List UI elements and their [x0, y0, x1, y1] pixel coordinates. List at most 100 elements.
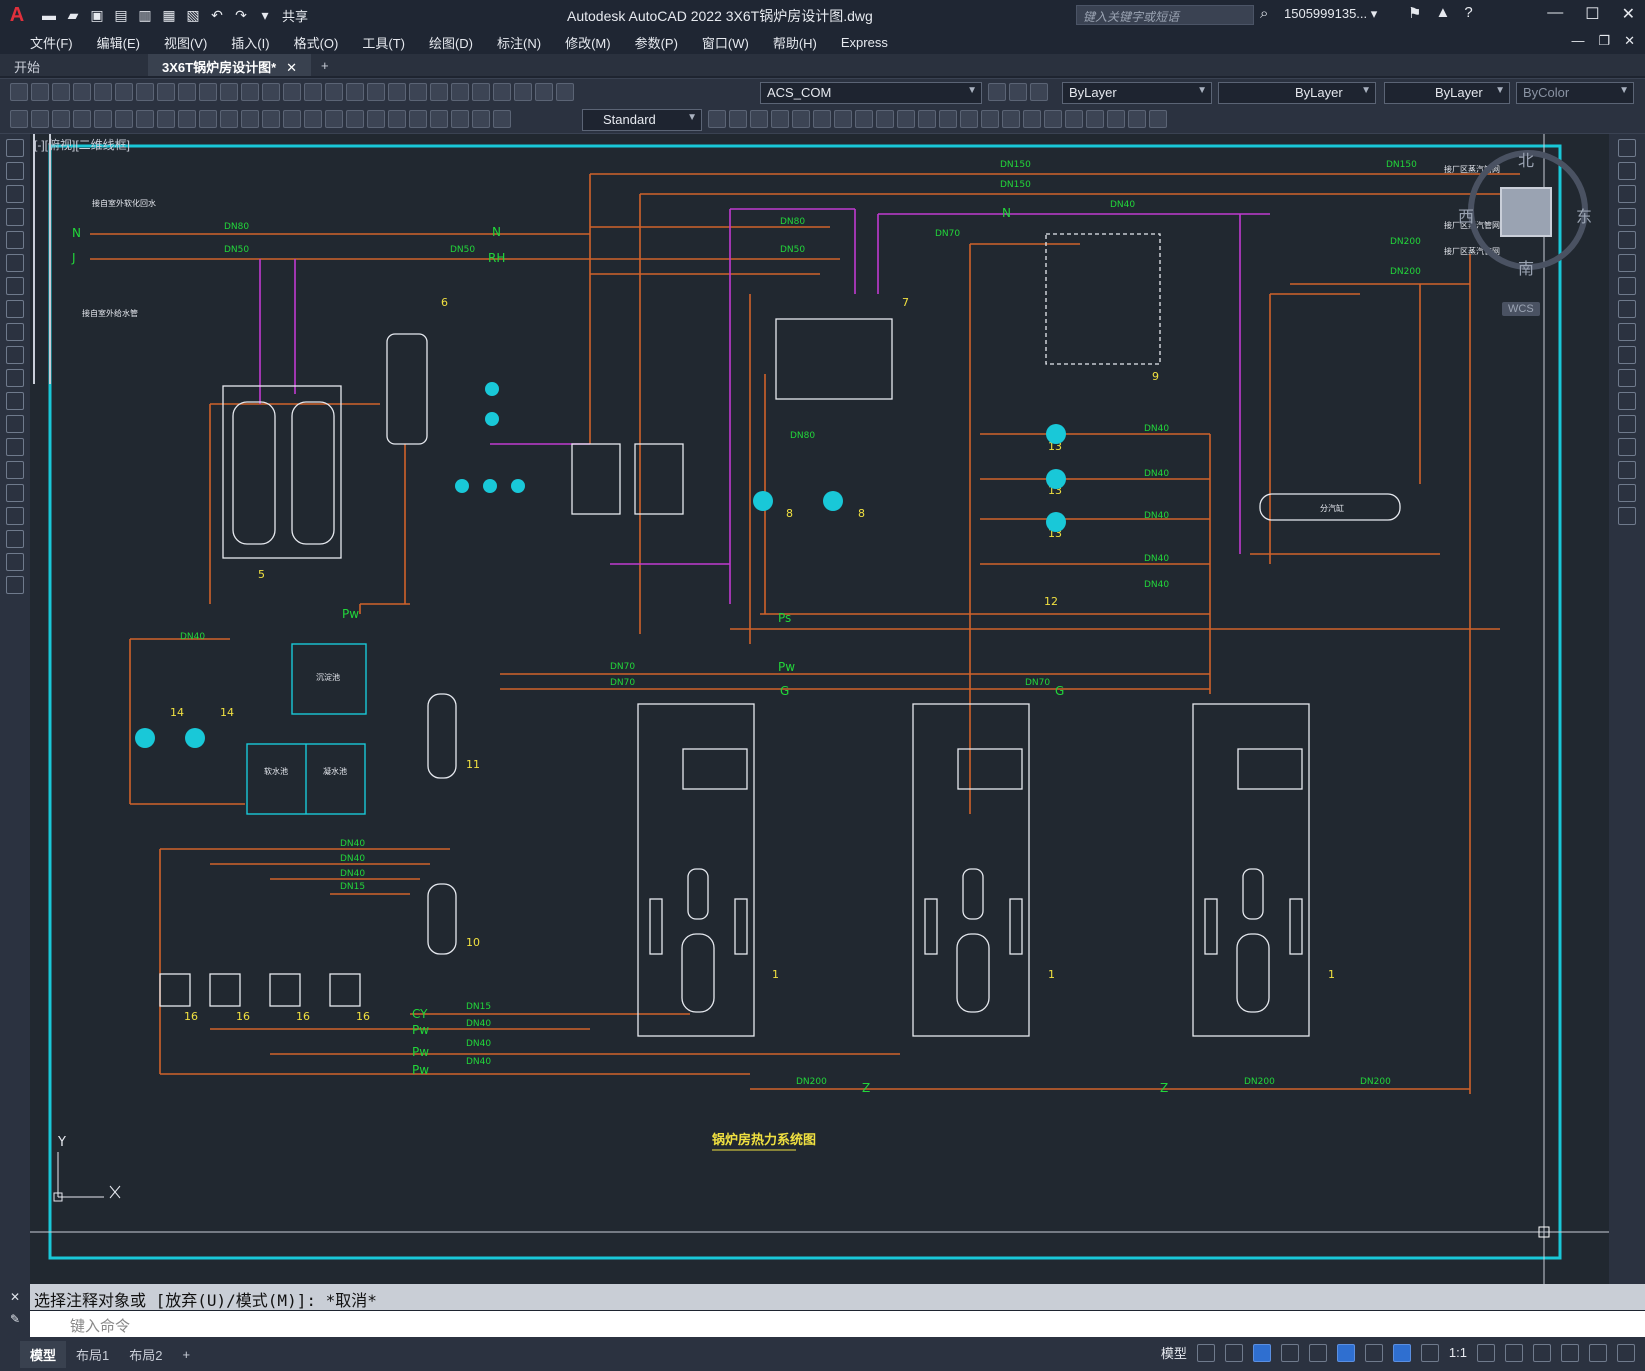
compass-west[interactable]: 西 — [1458, 203, 1474, 227]
layout-tab-2[interactable]: 布局2 — [119, 1341, 172, 1368]
redo-icon[interactable]: ↷ — [232, 6, 250, 24]
tool-g-icon[interactable] — [136, 110, 154, 128]
menu-view[interactable]: 视图(V) — [152, 33, 219, 52]
matchprop-icon[interactable] — [220, 83, 238, 101]
tool-r-icon[interactable] — [367, 110, 385, 128]
offset-icon[interactable] — [792, 110, 810, 128]
tool-i-icon[interactable] — [178, 110, 196, 128]
workspace-gear-icon[interactable] — [1477, 1343, 1495, 1362]
r-copy-icon[interactable] — [1618, 162, 1636, 180]
layer-iso-icon[interactable] — [1030, 83, 1048, 101]
tool-e-icon[interactable] — [94, 110, 112, 128]
join-icon[interactable] — [981, 110, 999, 128]
menu-express[interactable]: Express — [829, 35, 900, 50]
tool-q-icon[interactable] — [346, 110, 364, 128]
fillet-icon[interactable] — [1023, 110, 1041, 128]
publish-icon[interactable]: ▦ — [160, 6, 178, 24]
dimstyle-icon[interactable] — [708, 110, 726, 128]
menu-window[interactable]: 窗口(W) — [690, 33, 761, 52]
tool-j-icon[interactable] — [199, 110, 217, 128]
help-icon[interactable]: ? — [1464, 4, 1472, 22]
color-dropdown[interactable]: ByLayer ▼ — [1062, 82, 1212, 104]
snap-icon[interactable] — [1224, 1343, 1243, 1362]
doc-close-icon[interactable]: ✕ — [1624, 33, 1635, 49]
saveas-icon[interactable]: ▤ — [112, 6, 130, 24]
annotation-scale[interactable]: 1:1 — [1449, 1345, 1467, 1360]
menu-dimension[interactable]: 标注(N) — [485, 33, 553, 52]
osnap-icon[interactable] — [1336, 1343, 1355, 1362]
draworder-icon[interactable] — [1065, 110, 1083, 128]
viewcube-face[interactable] — [1500, 187, 1552, 237]
menu-format[interactable]: 格式(O) — [282, 33, 351, 52]
r-array-icon[interactable] — [1618, 231, 1636, 249]
rotate-icon[interactable] — [855, 110, 873, 128]
ortho-icon[interactable] — [1252, 1343, 1271, 1362]
menu-file[interactable]: 文件(F) — [18, 33, 85, 52]
insert-icon[interactable] — [6, 392, 24, 410]
search-icon[interactable]: ⌕ — [1260, 5, 1268, 22]
save-file-icon[interactable] — [52, 83, 70, 101]
move-icon[interactable] — [834, 110, 852, 128]
r-break-icon[interactable] — [1618, 392, 1636, 410]
menu-parametric[interactable]: 参数(P) — [623, 33, 690, 52]
xline-icon[interactable] — [6, 162, 24, 180]
export-icon[interactable]: ▥ — [136, 6, 154, 24]
line-icon[interactable] — [6, 139, 24, 157]
r-rotate-icon[interactable] — [1618, 277, 1636, 295]
customize-cmd-icon[interactable]: ✎ — [0, 1312, 30, 1326]
tab-start[interactable]: 开始 — [0, 54, 148, 76]
autodesk-icon[interactable]: ▲ — [1435, 4, 1450, 22]
layer-dropdown[interactable]: ACS_COM ▼ — [760, 82, 982, 104]
explode-icon[interactable] — [1044, 110, 1062, 128]
ungroup-icon[interactable] — [1107, 110, 1125, 128]
menu-modify[interactable]: 修改(M) — [553, 33, 623, 52]
command-input[interactable]: 键入命令 — [30, 1311, 1645, 1337]
arc-icon[interactable] — [6, 254, 24, 272]
markup-icon[interactable] — [472, 83, 490, 101]
close-cmd-icon[interactable]: ✕ — [0, 1290, 30, 1304]
layer-previous-icon[interactable] — [1009, 83, 1027, 101]
add-layout-icon[interactable]: + — [172, 1343, 200, 1366]
help-tool-icon[interactable] — [514, 83, 532, 101]
grid-icon[interactable] — [1196, 1343, 1215, 1362]
insert-block-icon[interactable] — [1128, 110, 1146, 128]
clean-screen-icon[interactable] — [1589, 1343, 1607, 1362]
tool-s-icon[interactable] — [388, 110, 406, 128]
revcloud-icon[interactable] — [6, 300, 24, 318]
r-scale-icon[interactable] — [1618, 300, 1636, 318]
r-mirror-icon[interactable] — [1618, 185, 1636, 203]
table-icon[interactable] — [6, 530, 24, 548]
tool-t-icon[interactable] — [409, 110, 427, 128]
publish-file-icon[interactable] — [115, 83, 133, 101]
layer-properties-icon[interactable] — [535, 83, 553, 101]
open-icon[interactable]: ▰ — [64, 6, 82, 24]
minimize-icon[interactable]: — — [1547, 4, 1563, 24]
point-icon[interactable] — [6, 438, 24, 456]
maximize-icon[interactable]: ☐ — [1585, 4, 1599, 24]
region-icon[interactable] — [6, 507, 24, 525]
model-space-button[interactable]: 模型 — [1161, 1343, 1187, 1362]
scale-icon[interactable] — [876, 110, 894, 128]
ellipse-arc-icon[interactable] — [6, 369, 24, 387]
tool-palettes-icon[interactable] — [430, 83, 448, 101]
cut-icon[interactable] — [157, 83, 175, 101]
wcs-menu[interactable]: WCS — [1502, 302, 1540, 316]
tool-k-icon[interactable] — [220, 110, 238, 128]
compass-east[interactable]: 东 — [1576, 203, 1592, 227]
tool-m-icon[interactable] — [262, 110, 280, 128]
properties-icon[interactable] — [388, 83, 406, 101]
spline-icon[interactable] — [6, 323, 24, 341]
ellipse-icon[interactable] — [6, 346, 24, 364]
mirror-icon[interactable] — [771, 110, 789, 128]
extend-icon[interactable] — [939, 110, 957, 128]
undo-tool-icon[interactable] — [262, 83, 280, 101]
tool-h-icon[interactable] — [157, 110, 175, 128]
polygon-icon[interactable] — [6, 208, 24, 226]
rectangle-icon[interactable] — [6, 231, 24, 249]
tool-p-icon[interactable] — [325, 110, 343, 128]
trim-icon[interactable] — [918, 110, 936, 128]
tool-n-icon[interactable] — [283, 110, 301, 128]
autoscale-icon[interactable] — [1420, 1343, 1439, 1362]
design-center-icon[interactable] — [409, 83, 427, 101]
plot-file-icon[interactable] — [73, 83, 91, 101]
